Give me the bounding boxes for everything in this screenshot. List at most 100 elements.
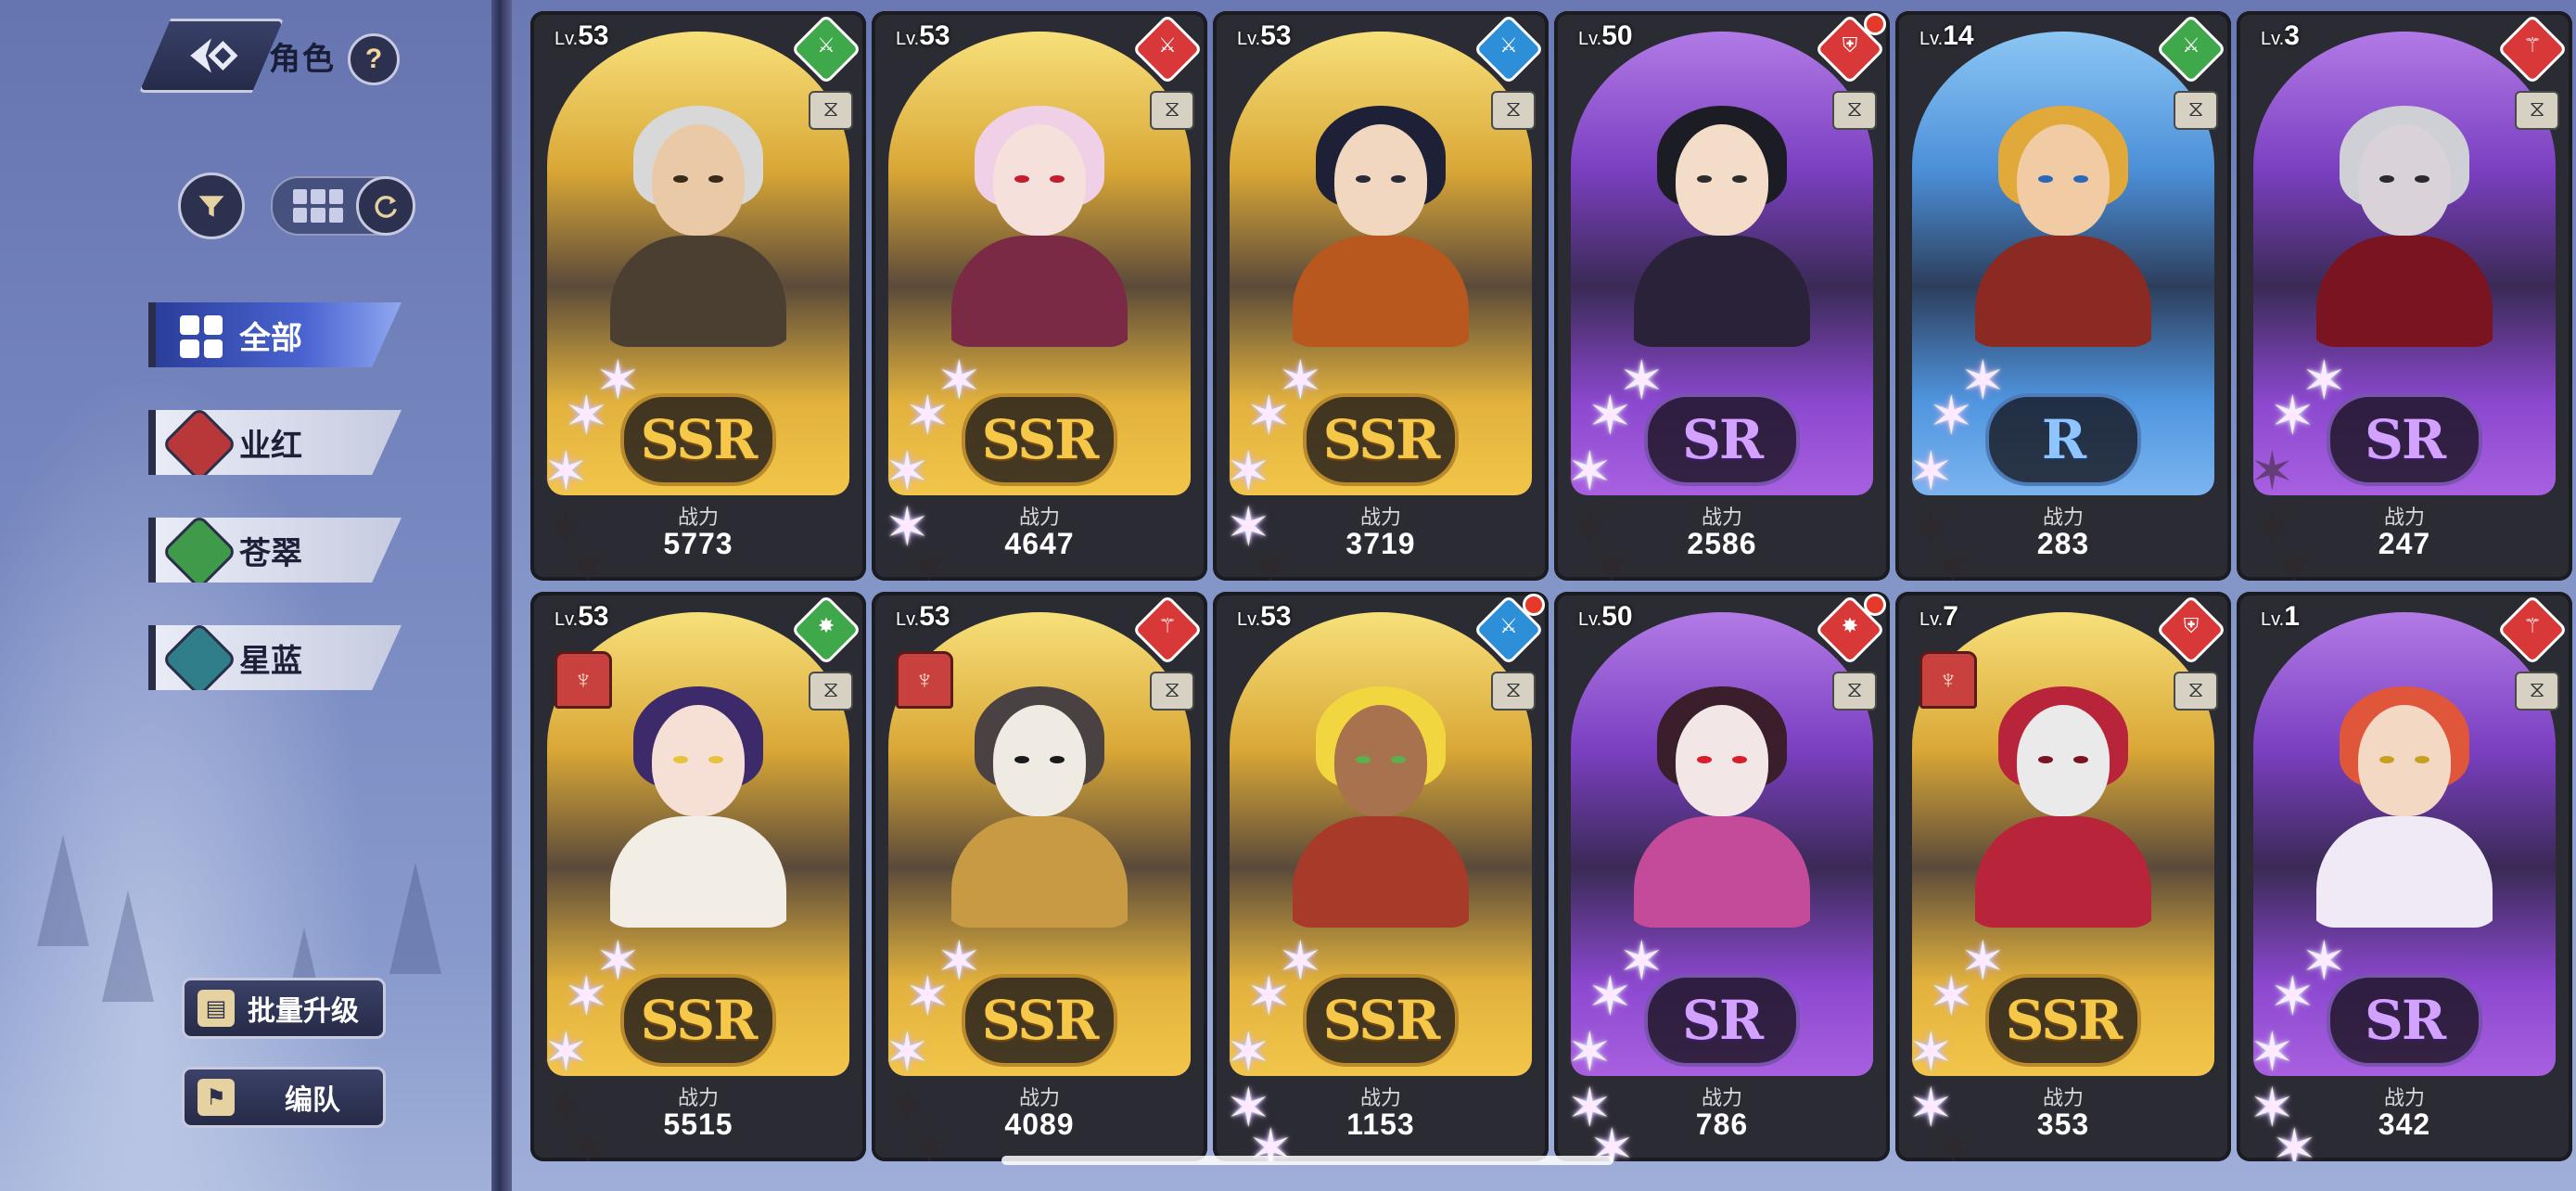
star-filled-icon: ✶ (1929, 386, 1974, 446)
character-card[interactable]: Lv.53 ⚔ ⧖ ✶ ✶ ✶ ✶ ✶ SSR 战力 1153 (1213, 592, 1549, 1161)
power-value: 353 (2036, 1108, 2090, 1141)
rarity-badge: SSR (1985, 974, 2141, 1067)
back-button[interactable] (139, 19, 284, 93)
rarity-badge: SSR (620, 974, 776, 1067)
refresh-button[interactable] (356, 176, 415, 236)
tab-verdant[interactable]: 苍翠 (156, 518, 402, 583)
faction-emblem-icon: ♆ (896, 651, 953, 709)
star-empty-icon: ✶ (2250, 442, 2295, 502)
character-card[interactable]: Lv.53 ⚔ ⧖ ✶ ✶ ✶ ✶ ✶ SSR 战力 5773 (530, 11, 866, 581)
tab-all[interactable]: 全部 (156, 302, 402, 367)
character-card[interactable]: Lv.14 ⚔ ⧖ ✶ ✶ ✶ ✶ ✶ R 战力 283 (1895, 11, 2231, 581)
card-level: Lv.53 (896, 601, 950, 632)
rarity-badge: SSR (1303, 393, 1459, 486)
character-card[interactable]: Lv.53 ⚚ ⧖ ♆ ✶ ✶ ✶ ✶ ✶ SSR 战力 4089 (872, 592, 1207, 1161)
crimson-faction-icon (160, 410, 238, 475)
star-filled-icon: ✶ (1567, 1022, 1613, 1082)
tab-label: 星蓝 (239, 643, 302, 679)
all-grid-icon (180, 315, 223, 358)
equipment-icon: ⧖ (809, 672, 853, 711)
card-level: Lv.53 (555, 601, 609, 632)
notification-dot (1864, 594, 1886, 616)
star-filled-icon: ✶ (564, 386, 609, 446)
notification-dot (1864, 13, 1886, 35)
equipment-icon: ⧖ (809, 91, 853, 130)
power-value: 5773 (663, 527, 733, 560)
power-value: 4647 (1004, 527, 1075, 560)
rarity-badge: R (1985, 393, 2141, 486)
rarity-badge: SR (1644, 393, 1800, 486)
character-portrait (942, 668, 1137, 928)
star-filled-icon: ✶ (1226, 442, 1271, 502)
tab-starblue[interactable]: 星蓝 (156, 625, 402, 690)
star-filled-icon: ✶ (1908, 442, 1954, 502)
view-toggle[interactable] (271, 176, 415, 236)
character-card[interactable]: Lv.50 ⛨ ⧖ ✶ ✶ ✶ ✶ ✶ SR 战力 2586 (1554, 11, 1890, 581)
card-level: Lv.1 (2261, 601, 2300, 632)
star-filled-icon: ✶ (1588, 967, 1633, 1027)
filter-funnel-icon (198, 196, 224, 217)
character-card[interactable]: Lv.3 ⚚ ⧖ ✶ ✶ ✶ ✶ ✶ SR 战力 247 (2237, 11, 2572, 581)
team-banner-icon: ⚑ (198, 1079, 235, 1116)
horizontal-scrollbar[interactable] (1001, 1156, 1613, 1165)
power-value: 247 (2378, 527, 2431, 560)
power-value: 2586 (1687, 527, 1757, 560)
character-card[interactable]: Lv.53 ✸ ⧖ ♆ ✶ ✶ ✶ ✶ ✶ SSR 战力 5515 (530, 592, 866, 1161)
equipment-icon: ⧖ (1832, 672, 1877, 711)
character-card[interactable]: Lv.53 ⚔ ⧖ ✶ ✶ ✶ ✶ ✶ SSR 战力 4647 (872, 11, 1207, 581)
help-button[interactable]: ? (348, 33, 400, 85)
tab-crimson[interactable]: 业红 (156, 410, 402, 475)
verdant-faction-icon (160, 518, 238, 583)
star-filled-icon: ✶ (905, 386, 950, 446)
page-title: 角色 (269, 42, 336, 77)
tab-label: 业红 (239, 428, 302, 464)
star-filled-icon: ✶ (2270, 967, 2315, 1027)
snow-tree-decoration (102, 890, 154, 1002)
notification-dot (1523, 594, 1545, 616)
starblue-faction-icon (160, 625, 238, 690)
equipment-icon: ⧖ (1150, 91, 1194, 130)
refresh-icon (375, 196, 397, 218)
power-value: 283 (2036, 527, 2090, 560)
character-portrait (942, 87, 1137, 347)
card-level: Lv.50 (1578, 20, 1633, 51)
back-arrow-icon (190, 38, 238, 73)
team-label: 编队 (285, 1085, 340, 1116)
tab-label: 全部 (239, 320, 302, 356)
character-card[interactable]: Lv.53 ⚔ ⧖ ✶ ✶ ✶ ✶ ✶ SSR 战力 3719 (1213, 11, 1549, 581)
faction-emblem-icon: ♆ (555, 651, 612, 709)
grid-view-icon (293, 189, 343, 223)
card-level: Lv.53 (896, 20, 950, 51)
character-card[interactable]: Lv.1 ⚚ ⧖ ✶ ✶ ✶ ✶ ✶ SR 战力 342 (2237, 592, 2572, 1161)
star-filled-icon: ✶ (885, 1022, 930, 1082)
batch-upgrade-button[interactable]: ▤ 批量升级 (182, 978, 386, 1039)
character-portrait (601, 668, 796, 928)
rarity-badge: SR (2327, 393, 2482, 486)
equipment-icon: ⧖ (2515, 91, 2559, 130)
star-filled-icon: ✶ (2250, 1022, 2295, 1082)
filter-button[interactable] (178, 173, 245, 239)
snow-tree-decoration (389, 863, 441, 974)
card-level: Lv.3 (2261, 20, 2300, 51)
star-filled-icon: ✶ (885, 442, 930, 502)
team-button[interactable]: ⚑ 编队 (182, 1067, 386, 1128)
power-value: 3719 (1345, 527, 1416, 560)
faction-emblem-icon: ♆ (1919, 651, 1977, 709)
equipment-icon: ⧖ (1832, 91, 1877, 130)
character-card[interactable]: Lv.50 ✸ ⧖ ✶ ✶ ✶ ✶ ✶ SR 战力 786 (1554, 592, 1890, 1161)
equipment-icon: ⧖ (2174, 91, 2218, 130)
star-filled-icon: ✶ (543, 1022, 589, 1082)
rarity-badge: SSR (1303, 974, 1459, 1067)
character-portrait (1283, 668, 1478, 928)
character-card[interactable]: Lv.7 ⛨ ⧖ ♆ ✶ ✶ ✶ ✶ ✶ SSR 战力 353 (1895, 592, 2231, 1161)
rarity-badge: SR (1644, 974, 1800, 1067)
rarity-badge: SSR (620, 393, 776, 486)
star-filled-icon: ✶ (1567, 442, 1613, 502)
character-portrait (1625, 87, 1819, 347)
star-filled-icon: ✶ (1588, 386, 1633, 446)
sidebar: 角色 ? 全部 业红 苍翠 星蓝 ▤ 批量升级 ⚑ 编队 (0, 0, 501, 1191)
character-portrait (1966, 668, 2161, 928)
equipment-icon: ⧖ (1150, 672, 1194, 711)
power-value: 1153 (1346, 1108, 1415, 1141)
power-value: 342 (2378, 1108, 2431, 1141)
